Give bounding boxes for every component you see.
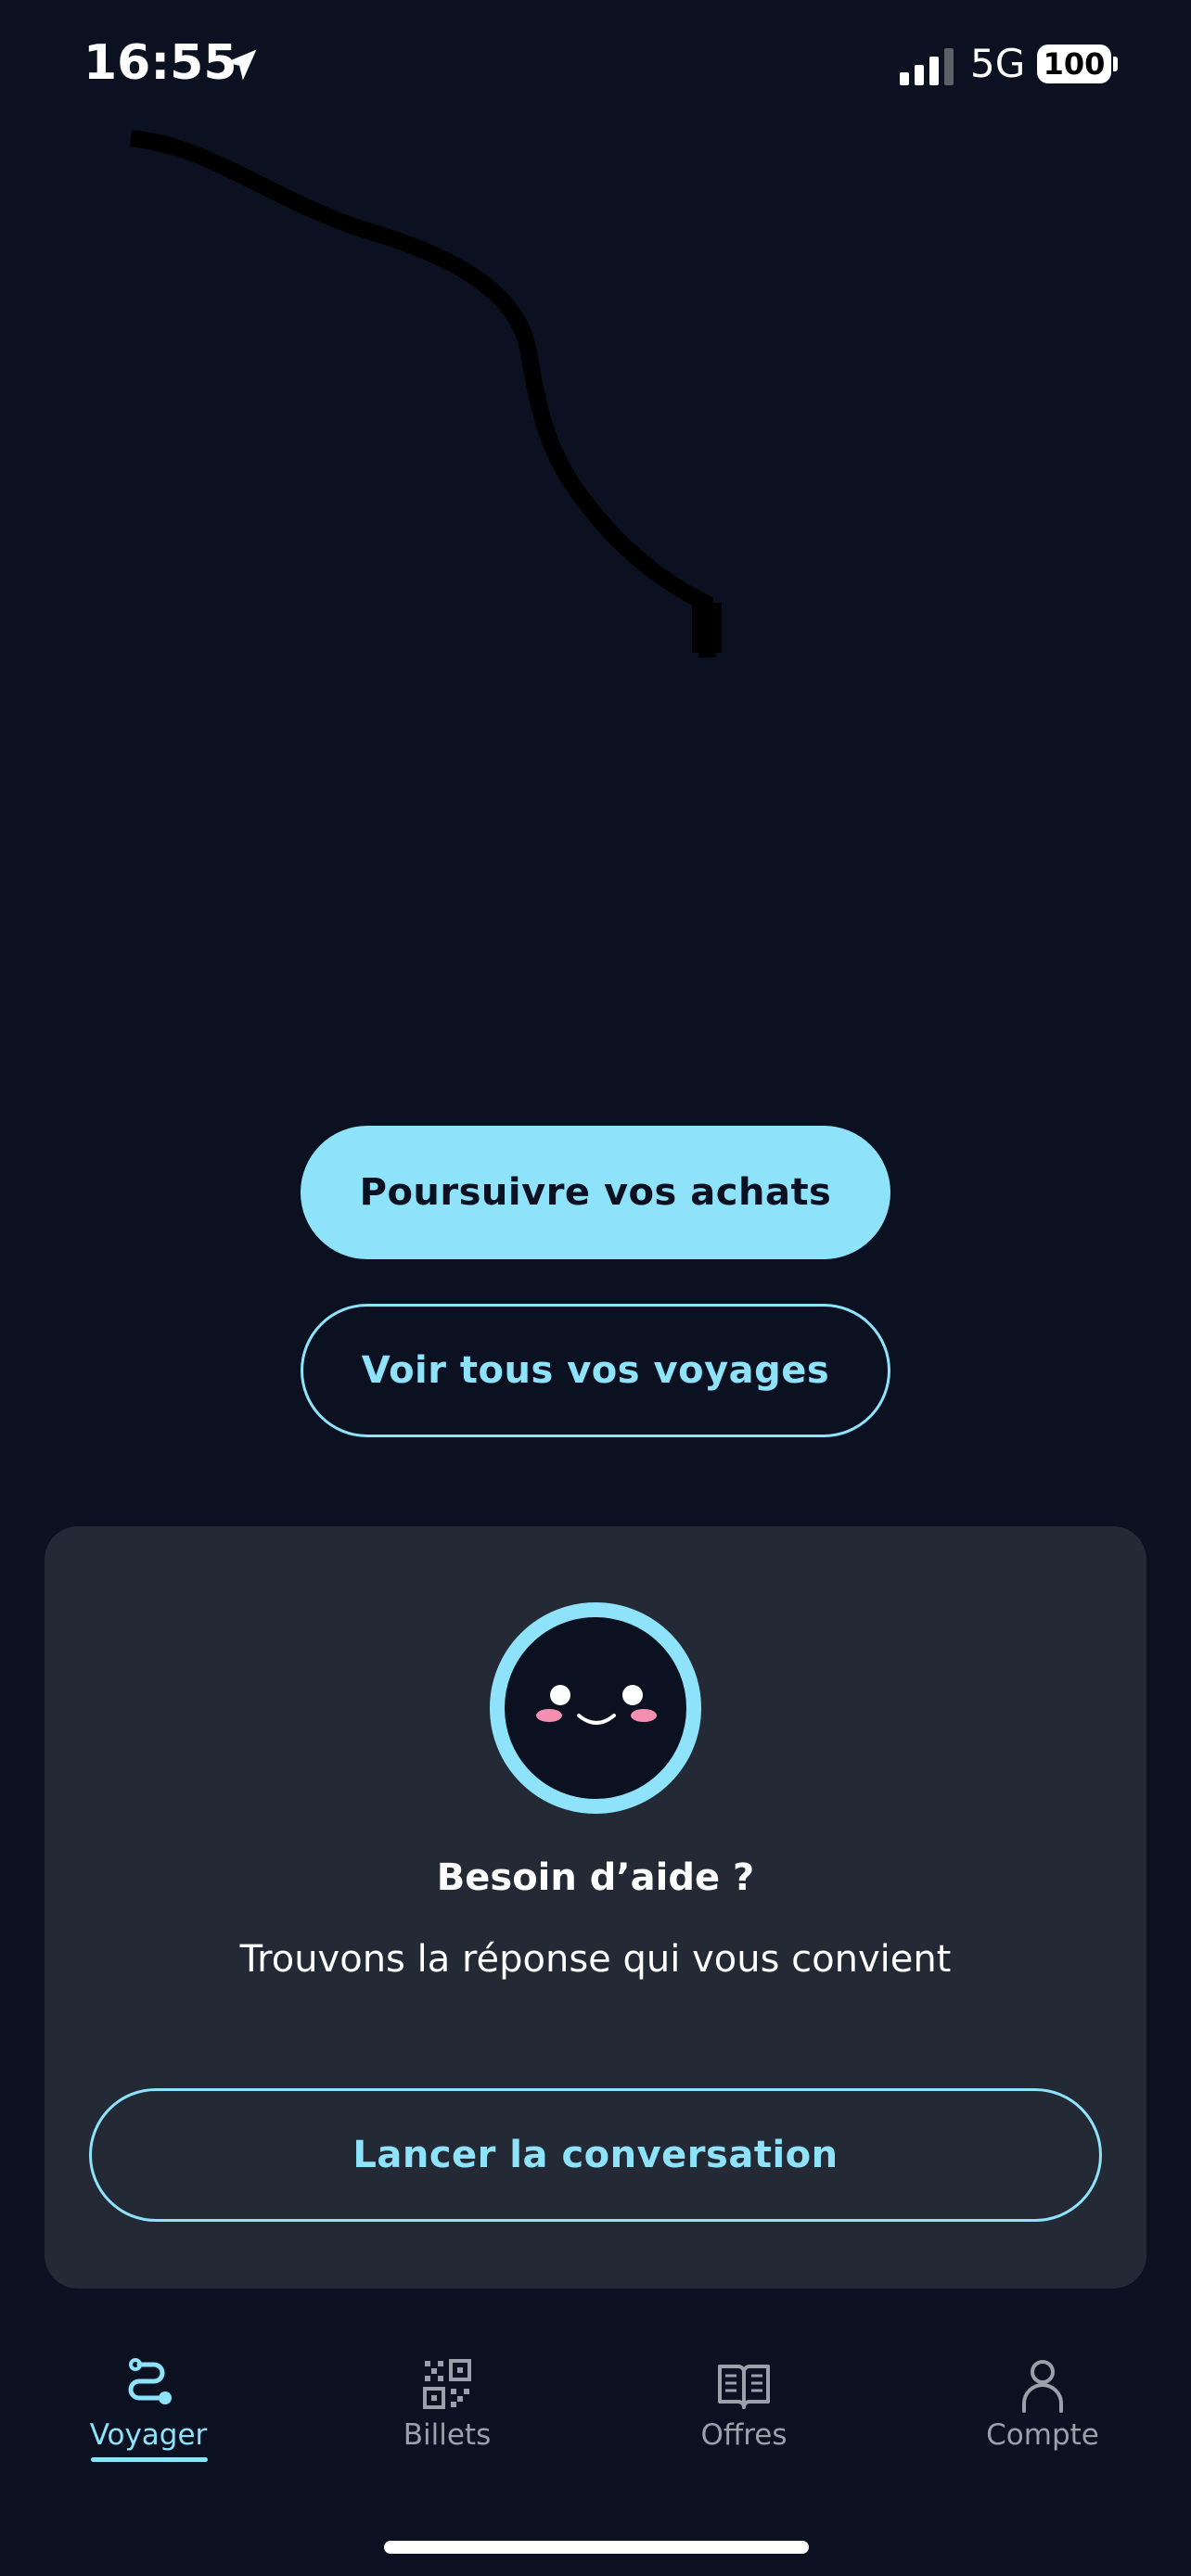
open-book-icon xyxy=(718,2365,770,2409)
view-all-trips-button[interactable]: Voir tous vos voyages xyxy=(301,1304,890,1437)
tab-offres[interactable]: Offres xyxy=(633,2355,855,2467)
continue-shopping-button[interactable]: Poursuivre vos achats xyxy=(301,1126,890,1259)
tab-label: Offres xyxy=(700,2418,788,2452)
tab-label: Voyager xyxy=(89,2418,208,2452)
active-tab-indicator xyxy=(91,2457,208,2462)
help-subtitle: Trouvons la réponse qui vous convient xyxy=(239,1938,952,1981)
tab-label: Billets xyxy=(403,2418,492,2452)
qr-code-icon xyxy=(423,2359,471,2409)
decorative-scribble xyxy=(129,129,722,658)
smiley-assistant-icon xyxy=(490,1602,701,1814)
start-conversation-button[interactable]: Lancer la conversation xyxy=(89,2088,1102,2222)
tab-billets[interactable]: Billets xyxy=(336,2355,558,2467)
route-icon xyxy=(128,2358,172,2404)
tab-label: Compte xyxy=(986,2418,1099,2452)
tab-compte[interactable]: Compte xyxy=(931,2355,1154,2467)
help-title: Besoin d’aide ? xyxy=(436,1856,755,1899)
tab-voyager[interactable]: Voyager xyxy=(37,2355,260,2467)
user-icon xyxy=(1022,2360,1063,2413)
home-indicator[interactable] xyxy=(384,2541,809,2554)
